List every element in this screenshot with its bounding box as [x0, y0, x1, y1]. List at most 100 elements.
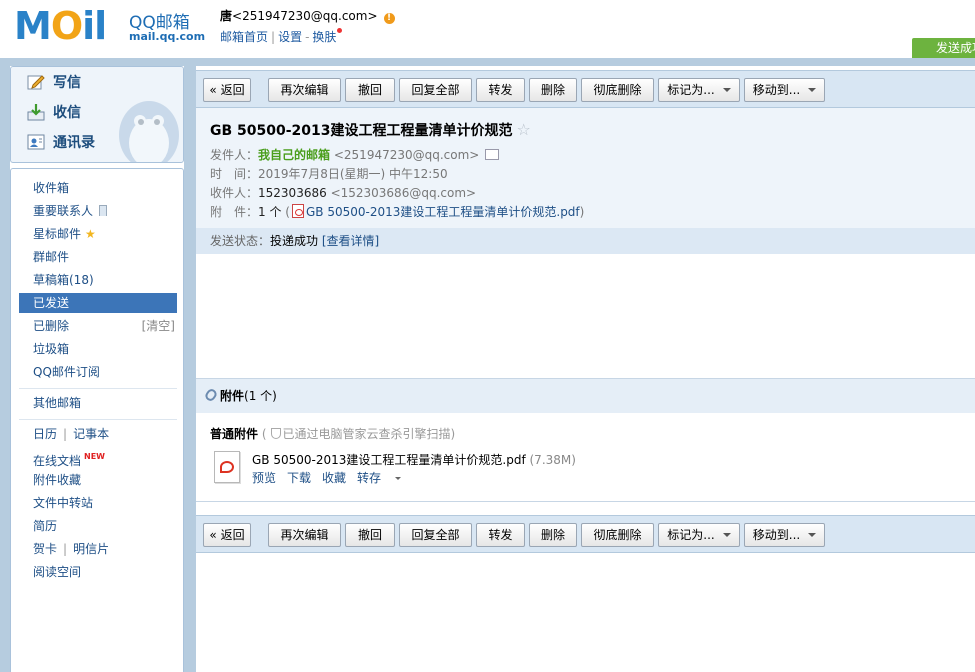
attachment-file-name[interactable]: GB 50500-2013建设工程工程量清单计价规范.pdf — [252, 453, 526, 467]
resume-link[interactable]: 简历 — [19, 516, 177, 536]
reading-space-link[interactable]: 阅读空间 — [19, 562, 177, 582]
attachment-link[interactable]: GB 50500-2013建设工程工程量清单计价规范.pdf — [306, 205, 580, 219]
folder-inbox[interactable]: 收件箱 — [19, 178, 177, 198]
user-email: <251947230@qq.com> — [232, 9, 378, 23]
from-row: 发件人：我自己的邮箱 <251947230@qq.com> — [210, 146, 500, 163]
normal-attachments-label: 普通附件 (已通过电脑管家云查杀引擎扫描) — [210, 425, 455, 442]
chevron-down-icon — [808, 533, 817, 537]
to-name[interactable]: 152303686 — [258, 186, 327, 200]
notes-link[interactable]: 记事本 — [73, 427, 109, 441]
recall-button[interactable]: 撤回 — [345, 78, 395, 102]
postcard-link[interactable]: 明信片 — [73, 542, 109, 556]
qq-mail-logo[interactable]: MOil QQ邮箱 mail.qq.com — [14, 4, 205, 48]
compose-label: 写信 — [53, 75, 81, 91]
mark-as-label: 标记为... — [667, 528, 715, 542]
compose-icon — [27, 75, 45, 90]
calendar-link[interactable]: 日历 — [33, 427, 57, 441]
folder-drafts[interactable]: 草稿箱(18) — [19, 270, 177, 290]
re-edit-button[interactable]: 再次编辑 — [268, 78, 341, 102]
change-skin-link[interactable]: 换肤 — [312, 30, 336, 44]
from-label: 发件人： — [210, 148, 259, 162]
contact-card-icon[interactable] — [485, 149, 500, 160]
settings-link[interactable]: 设置 — [278, 30, 302, 44]
greeting-card-link[interactable]: 贺卡 — [33, 542, 57, 556]
re-edit-button[interactable]: 再次编辑 — [268, 523, 341, 547]
user-name: 唐 — [220, 9, 233, 23]
folder-spam[interactable]: 垃圾箱 — [19, 339, 177, 359]
attachment-favorites-link[interactable]: 附件收藏 — [19, 470, 177, 490]
save-favorite-link[interactable]: 收藏 — [322, 471, 346, 485]
delete-permanently-button[interactable]: 彻底删除 — [581, 523, 654, 547]
paperclip-icon — [203, 387, 219, 403]
folder-sent[interactable]: 已发送 — [19, 293, 177, 313]
pdf-file-icon[interactable] — [214, 451, 240, 483]
paren: ) — [579, 205, 585, 219]
delete-button[interactable]: 删除 — [529, 523, 577, 547]
folder-starred[interactable]: 星标邮件 ★ — [19, 224, 177, 244]
to-address: <152303686@qq.com> — [330, 186, 477, 200]
folder-label: 已删除 — [33, 319, 70, 333]
folder-important-contacts[interactable]: 重要联系人 — [19, 201, 177, 221]
attachment-row: 附 件：1 个 (GB 50500-2013建设工程工程量清单计价规范.pdf) — [210, 203, 584, 220]
delete-permanently-button[interactable]: 彻底删除 — [581, 78, 654, 102]
save-to-dropdown[interactable]: 转存 — [357, 471, 402, 485]
view-details-link[interactable]: [查看详情] — [322, 234, 379, 248]
folder-deleted[interactable]: 已删除 [清空] — [19, 316, 177, 336]
send-success-tab[interactable]: 发送成功 — [912, 38, 975, 58]
recall-button[interactable]: 撤回 — [345, 523, 395, 547]
status-label: 发送状态： — [210, 234, 271, 248]
download-link[interactable]: 下载 — [287, 471, 311, 485]
folder-list: 收件箱 重要联系人 星标邮件 ★ 群邮件 草稿箱(18) 已发送 已删除 [清空] … — [10, 168, 184, 672]
forward-button[interactable]: 转发 — [476, 78, 525, 102]
file-transfer-link[interactable]: 文件中转站 — [19, 493, 177, 513]
mark-as-label: 标记为... — [667, 83, 715, 97]
receive-button[interactable]: 收信 — [27, 101, 81, 125]
reply-all-button[interactable]: 回复全部 — [399, 523, 472, 547]
compose-button[interactable]: 写信 — [27, 71, 81, 95]
attachment-actions: 预览 下载 收藏 转存 — [252, 469, 412, 486]
chevron-down-icon — [722, 533, 731, 537]
star-icon: ★ — [85, 227, 96, 241]
frame-left — [0, 58, 10, 672]
mark-as-dropdown[interactable]: 标记为... — [658, 78, 740, 102]
subject-text: GB 50500-2013建设工程工程量清单计价规范 — [210, 123, 513, 139]
pipe-separator: | — [63, 427, 68, 441]
divider — [19, 419, 177, 420]
paren: ) — [450, 427, 456, 441]
pipe-separator: | — [63, 542, 68, 556]
bottom-toolbar: « 返回 再次编辑 撤回 回复全部 转发 删除 彻底删除 标记为... 移动到.… — [196, 515, 975, 553]
mark-as-dropdown[interactable]: 标记为... — [658, 523, 740, 547]
chevron-down-icon — [722, 88, 731, 92]
other-mailboxes[interactable]: 其他邮箱 — [19, 393, 177, 413]
normal-attachments-title: 普通附件 — [210, 427, 259, 441]
paren: ( — [285, 205, 290, 219]
contacts-button[interactable]: 通讯录 — [27, 131, 95, 155]
from-name[interactable]: 我自己的邮箱 — [258, 148, 330, 162]
preview-link[interactable]: 预览 — [252, 471, 276, 485]
from-address: <251947230@qq.com> — [333, 148, 480, 162]
folder-label: 重要联系人 — [33, 204, 94, 218]
folder-qq-subscriptions[interactable]: QQ邮件订阅 — [19, 362, 177, 382]
mailbox-home-link[interactable]: 邮箱首页 — [220, 30, 268, 44]
forward-button[interactable]: 转发 — [476, 523, 525, 547]
alert-icon[interactable]: ! — [383, 13, 395, 24]
back-button[interactable]: « 返回 — [203, 78, 251, 102]
online-docs-link[interactable]: 在线文档 NEW — [19, 447, 177, 468]
delete-button[interactable]: 删除 — [529, 78, 577, 102]
to-row: 收件人：152303686 <152303686@qq.com> — [210, 184, 476, 201]
move-to-label: 移动到... — [752, 83, 801, 97]
back-button[interactable]: « 返回 — [203, 523, 251, 547]
frame-top — [0, 58, 975, 66]
move-to-dropdown[interactable]: 移动到... — [744, 523, 825, 547]
move-to-dropdown[interactable]: 移动到... — [744, 78, 825, 102]
receive-label: 收信 — [53, 105, 81, 121]
chevron-down-icon — [395, 477, 402, 480]
folder-group-mail[interactable]: 群邮件 — [19, 247, 177, 267]
star-toggle-icon[interactable]: ☆ — [517, 120, 531, 139]
mail-view: « 返回 再次编辑 撤回 回复全部 转发 删除 彻底删除 标记为... 移动到.… — [196, 66, 975, 672]
bookmark-icon — [99, 205, 108, 216]
mail-header: GB 50500-2013建设工程工程量清单计价规范 ☆ 发件人：我自己的邮箱 <… — [196, 108, 975, 228]
reply-all-button[interactable]: 回复全部 — [399, 78, 472, 102]
empty-trash-link[interactable]: [清空] — [142, 316, 175, 336]
attachments-section: 附件(1 个) 普通附件 (已通过电脑管家云查杀引擎扫描) GB 50500-2… — [196, 378, 975, 502]
